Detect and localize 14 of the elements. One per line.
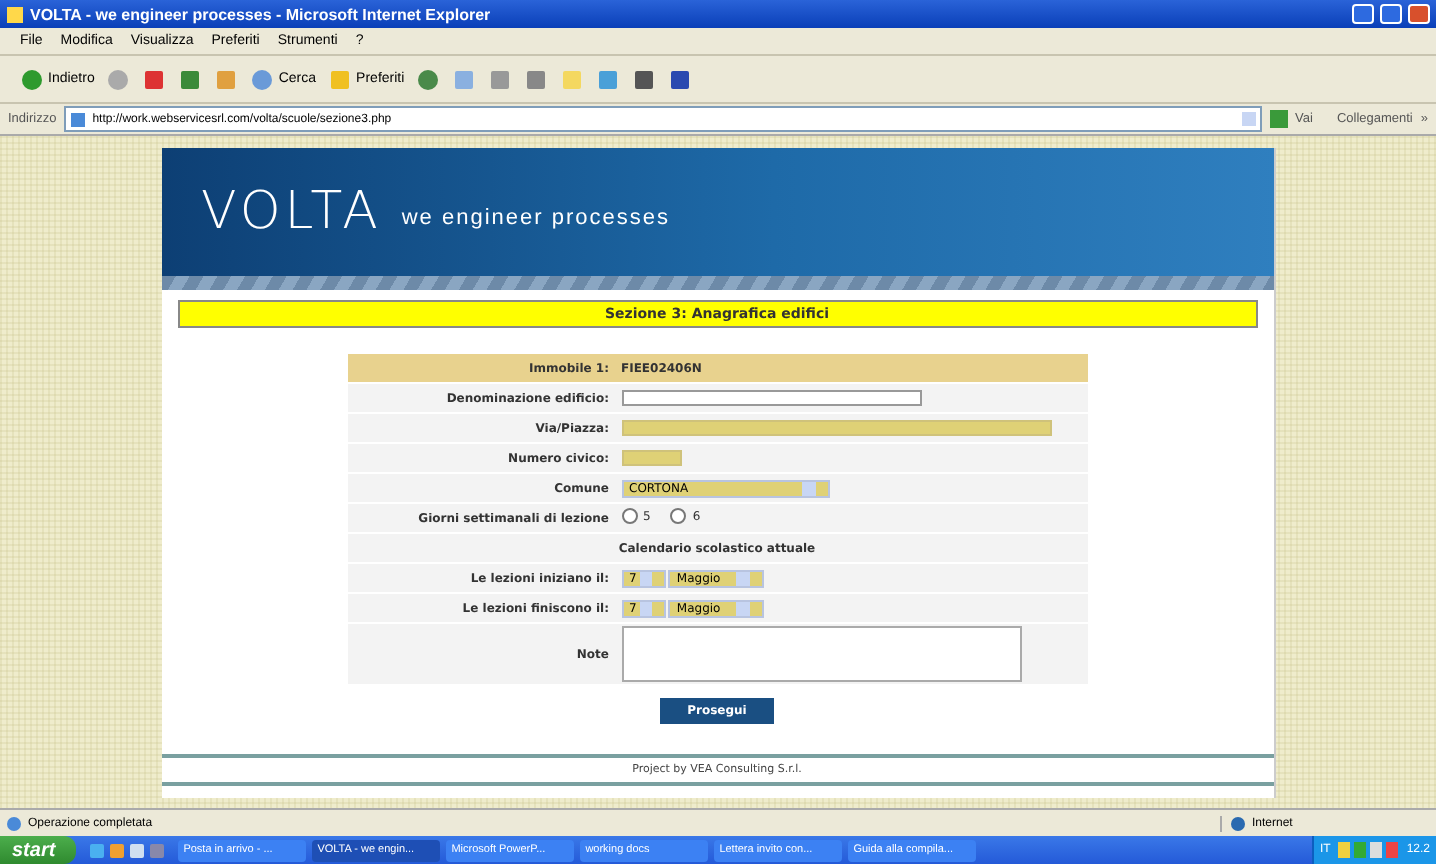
text-field[interactable] <box>621 420 1051 436</box>
tagline: we engineer processes <box>401 204 670 230</box>
radio-button[interactable] <box>670 508 687 524</box>
close-button[interactable] <box>1408 4 1430 24</box>
tray-icons[interactable] <box>1338 842 1399 858</box>
window-title: VOLTA - we engineer processes - Microsoft Internet Explorer <box>30 5 491 23</box>
logo: VOLTA <box>201 182 382 242</box>
minimize-button[interactable] <box>1352 4 1374 24</box>
text-field[interactable] <box>621 450 681 466</box>
maximize-button[interactable] <box>1380 4 1402 24</box>
start-button[interactable]: start <box>0 836 76 864</box>
radio-button[interactable] <box>621 508 637 524</box>
text-field[interactable] <box>621 390 921 406</box>
notes-field[interactable] <box>621 626 1021 682</box>
